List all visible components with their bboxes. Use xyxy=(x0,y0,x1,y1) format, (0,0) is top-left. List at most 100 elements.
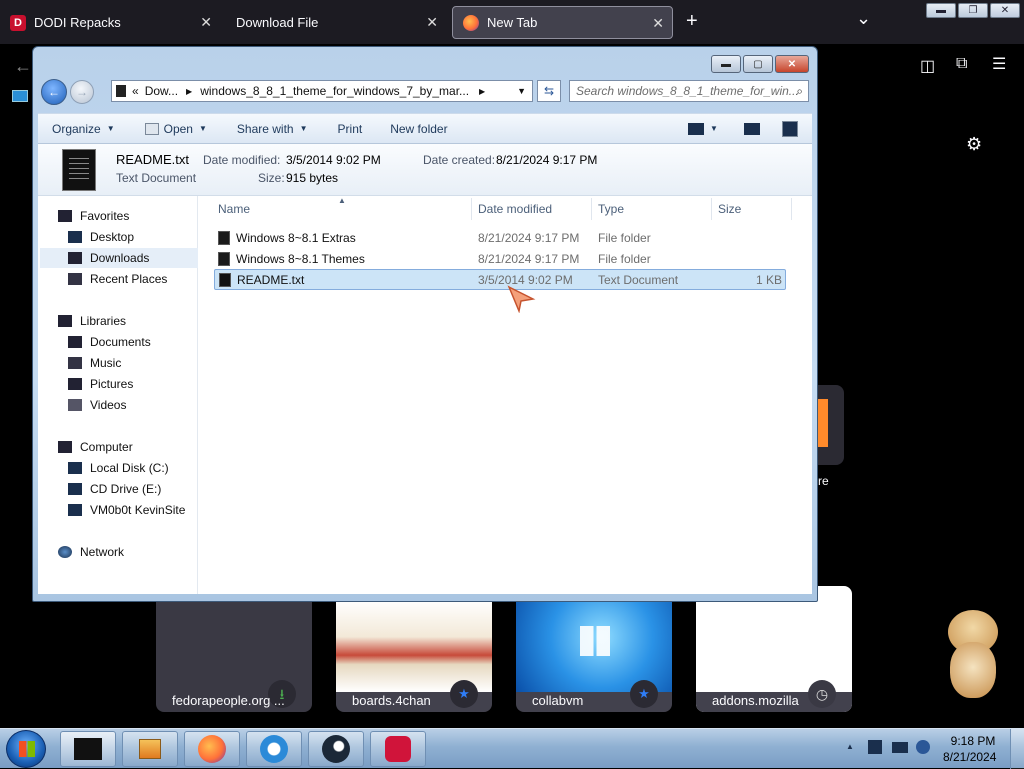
tile-title: fedorapeople.org ... xyxy=(172,693,285,708)
forward-button[interactable]: → xyxy=(70,80,94,104)
file-row[interactable]: README.txt 3/5/2014 9:02 PM Text Documen… xyxy=(214,269,786,290)
list-tabs-button[interactable]: ⌄ xyxy=(856,8,871,29)
file-list: Name ▲ Date modified Type Size Windows 8… xyxy=(198,196,812,594)
nav-libraries[interactable]: Libraries xyxy=(58,311,216,331)
chevron-right-icon[interactable]: ▶ xyxy=(479,87,485,96)
search-placeholder: Search windows_8_8_1_theme_for_win... xyxy=(576,84,799,98)
new-tab-button[interactable]: + xyxy=(686,10,698,33)
star-icon xyxy=(58,210,72,222)
close-tab-icon[interactable]: ✕ xyxy=(426,14,438,31)
breadcrumb-overflow[interactable]: « xyxy=(132,84,139,98)
explorer-icon xyxy=(74,738,102,760)
back-arrow-icon[interactable]: ← xyxy=(14,56,32,77)
close-tab-icon[interactable]: ✕ xyxy=(652,15,664,32)
volume-icon[interactable] xyxy=(916,740,930,754)
tab-dodi-repacks[interactable]: D DODI Repacks ✕ xyxy=(0,6,220,39)
menu-icon[interactable]: ☰ xyxy=(992,54,1006,74)
breadcrumb-downloads[interactable]: Dow... xyxy=(145,84,178,98)
app-icon xyxy=(260,735,288,763)
nav-label: Local Disk (C:) xyxy=(90,461,169,475)
nav-label: Desktop xyxy=(90,230,135,244)
minimize-button[interactable]: ▬ xyxy=(926,3,956,18)
taskbar-firefox[interactable] xyxy=(184,731,240,767)
network-tray-icon[interactable] xyxy=(892,742,908,753)
nav-network[interactable]: Network xyxy=(58,542,216,562)
taskbar-media-player[interactable] xyxy=(122,731,178,767)
monitor-icon xyxy=(12,90,28,102)
share-with-button[interactable]: Share with ▼ xyxy=(237,122,308,136)
refresh-button[interactable]: ⇆ xyxy=(537,80,561,102)
column-divider[interactable] xyxy=(791,198,792,220)
address-bar[interactable]: « Dow... ▶ windows_8_8_1_theme_for_windo… xyxy=(111,80,533,102)
nav-label: Recent Places xyxy=(90,272,168,286)
open-button[interactable]: Open ▼ xyxy=(144,122,207,136)
taskbar-app[interactable] xyxy=(246,731,302,767)
shortcut-tile[interactable]: ★ collabvm xyxy=(516,586,672,712)
column-divider[interactable] xyxy=(591,198,592,220)
text-file-icon xyxy=(62,149,96,191)
shortcut-tile[interactable]: ⭳ fedorapeople.org ... xyxy=(156,586,312,712)
shortcut-tile[interactable]: ★ boards.4chan xyxy=(336,586,492,712)
restore-button[interactable]: ❐ xyxy=(958,3,988,18)
taskbar: ▲ 9:18 PM 8/21/2024 xyxy=(0,728,1024,769)
nav-favorites[interactable]: Favorites xyxy=(58,206,216,226)
pocket-icon[interactable]: ◫ xyxy=(920,56,935,76)
minimize-button[interactable]: ▬ xyxy=(711,55,741,73)
chevron-right-icon[interactable]: ▶ xyxy=(186,87,192,96)
nav-computer[interactable]: Computer xyxy=(58,437,216,457)
start-button[interactable] xyxy=(6,730,46,768)
drive-icon xyxy=(68,462,82,474)
preview-pane-icon[interactable] xyxy=(744,123,760,135)
column-header-type[interactable]: Type xyxy=(598,202,624,216)
details-modified-value: 3/5/2014 9:02 PM xyxy=(286,153,381,167)
pin-icon: ★ xyxy=(630,680,658,708)
folder-icon xyxy=(218,251,230,266)
back-button[interactable]: ← xyxy=(41,79,67,105)
settings-gear-icon[interactable]: ⚙ xyxy=(966,134,982,155)
steam-icon xyxy=(322,735,350,763)
file-row[interactable]: Windows 8~8.1 Themes 8/21/2024 9:17 PM F… xyxy=(214,248,786,269)
hamster-desktop-pet[interactable] xyxy=(940,606,1006,702)
chevron-down-icon: ▼ xyxy=(106,124,115,133)
taskbar-explorer[interactable] xyxy=(60,731,116,767)
partial-tile[interactable] xyxy=(818,385,844,465)
explorer-window[interactable]: ▬ ▢ ✕ ← → « Dow... ▶ windows_8_8_1_theme… xyxy=(32,46,818,602)
close-button[interactable]: ✕ xyxy=(775,55,809,73)
details-created-value: 8/21/2024 9:17 PM xyxy=(496,153,598,167)
firefox-icon xyxy=(198,735,226,763)
show-desktop-button[interactable] xyxy=(1010,729,1024,769)
organize-button[interactable]: Organize ▼ xyxy=(52,122,115,136)
column-header-date[interactable]: Date modified xyxy=(478,202,552,216)
clock-time[interactable]: 9:18 PM xyxy=(950,734,996,748)
address-dropdown-icon[interactable]: ▼ xyxy=(517,86,526,96)
tray-app-icon[interactable] xyxy=(868,740,882,754)
maximize-button[interactable]: ▢ xyxy=(743,55,773,73)
breadcrumb-folder[interactable]: windows_8_8_1_theme_for_windows_7_by_mar… xyxy=(200,84,469,98)
shortcut-tile[interactable]: ◷ addons.mozilla xyxy=(696,586,852,712)
clock-date[interactable]: 8/21/2024 xyxy=(943,750,996,764)
tab-new-tab[interactable]: New Tab ✕ xyxy=(452,6,673,39)
nav-downloads[interactable]: Downloads xyxy=(40,248,198,268)
tab-label: DODI Repacks xyxy=(34,15,121,30)
taskbar-steam[interactable] xyxy=(308,731,364,767)
recent-places-icon xyxy=(68,273,82,285)
chevron-down-icon[interactable]: ▼ xyxy=(710,124,718,133)
tab-download-file[interactable]: Download File ✕ xyxy=(226,6,446,39)
close-button[interactable]: ✕ xyxy=(990,3,1020,18)
new-folder-button[interactable]: New folder xyxy=(390,122,447,136)
taskbar-dodi[interactable] xyxy=(370,731,426,767)
close-tab-icon[interactable]: ✕ xyxy=(200,14,212,31)
help-icon[interactable] xyxy=(782,121,798,137)
column-divider[interactable] xyxy=(711,198,712,220)
extensions-icon[interactable]: ⧉ xyxy=(956,55,967,73)
print-button[interactable]: Print xyxy=(338,122,363,136)
column-header-size[interactable]: Size xyxy=(718,202,741,216)
view-options-icon[interactable] xyxy=(688,123,704,135)
tray-overflow-icon[interactable]: ▲ xyxy=(846,742,854,751)
file-row[interactable]: Windows 8~8.1 Extras 8/21/2024 9:17 PM F… xyxy=(214,227,786,248)
tab-label: Download File xyxy=(236,15,319,30)
search-icon[interactable]: ⌕ xyxy=(796,84,803,99)
column-divider[interactable] xyxy=(471,198,472,220)
column-header-name[interactable]: Name xyxy=(218,202,250,216)
search-input[interactable]: Search windows_8_8_1_theme_for_win... ⌕ xyxy=(569,80,809,102)
